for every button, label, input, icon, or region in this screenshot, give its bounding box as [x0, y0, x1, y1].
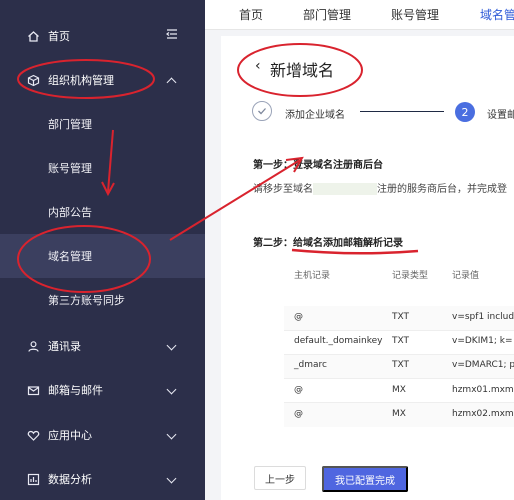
heart-icon: [26, 428, 40, 442]
step-complete-icon: [252, 101, 272, 121]
sidebar-subitem-label: 内部公告: [48, 206, 92, 219]
cube-icon: [26, 73, 40, 87]
cell-host: @: [294, 385, 303, 395]
back-button[interactable]: ‹: [255, 58, 261, 74]
tab-domain[interactable]: 域名管: [480, 6, 514, 23]
config-done-button[interactable]: 我已配置完成: [322, 466, 408, 492]
mail-icon: [26, 383, 40, 397]
tab-home[interactable]: 首页: [239, 6, 263, 23]
cell-value: v=spf1 includ: [452, 312, 514, 322]
home-icon: [26, 29, 40, 43]
sidebar-item-contacts[interactable]: 通讯录: [0, 324, 205, 368]
user-icon: [26, 339, 40, 353]
cell-host: @: [294, 312, 303, 322]
chart-icon: [26, 472, 40, 486]
step-2-label: 设置邮: [487, 110, 514, 121]
cell-value: hzmx02.mxm: [452, 409, 514, 419]
sidebar-subitem-domain[interactable]: 域名管理: [0, 234, 205, 278]
dns-record-table: 主机记录 记录类型 记录值 @ TXT v=spf1 includ defaul…: [284, 268, 514, 448]
table-header: 记录值: [452, 271, 480, 281]
sidebar-subitem-account[interactable]: 账号管理: [0, 146, 205, 190]
step-connector: [360, 111, 444, 112]
sidebar-item-label: 应用中心: [48, 429, 92, 442]
prev-step-button[interactable]: 上一步: [254, 466, 306, 490]
sidebar: 首页 组织机构管理 部门管理 账号管理 内部公告 域名管理 第三方账号同步 通讯…: [0, 0, 205, 500]
sidebar-subitem-label: 第三方账号同步: [48, 294, 125, 307]
cell-value: v=DMARC1; p: [452, 360, 514, 370]
sidebar-item-home[interactable]: 首页: [0, 14, 205, 58]
description-prefix: 请移步至域名: [253, 184, 313, 195]
table-header: 主机记录: [294, 271, 331, 281]
top-tab-bar: 首页 部门管理 账号管理 域名管: [205, 0, 514, 30]
step-1-label: 添加企业域名: [285, 110, 345, 121]
chevron-down-icon: [166, 429, 178, 441]
sidebar-item-org[interactable]: 组织机构管理: [0, 58, 205, 102]
sidebar-item-apps[interactable]: 应用中心: [0, 413, 205, 457]
section-1-title: 第一步：登录域名注册商后台: [253, 160, 383, 171]
sidebar-subitem-label: 域名管理: [48, 250, 92, 263]
sidebar-subitem-label: 部门管理: [48, 118, 92, 131]
sidebar-item-label: 首页: [48, 30, 70, 43]
section-2-title: 第二步：给域名添加邮箱解析记录: [253, 238, 403, 249]
sidebar-item-analytics[interactable]: 数据分析: [0, 457, 205, 500]
description-suffix: 注册的服务商后台，并完成登: [377, 184, 507, 195]
chevron-down-icon: [166, 384, 178, 396]
sidebar-item-label: 邮箱与邮件: [48, 384, 103, 397]
cell-type: TXT: [392, 312, 410, 322]
table-header: 记录类型: [392, 271, 429, 281]
sidebar-subitem-announcement[interactable]: 内部公告: [0, 190, 205, 234]
cell-type: MX: [392, 385, 406, 395]
collapse-menu-icon[interactable]: [166, 28, 178, 43]
cell-value: hzmx01.mxm: [452, 385, 514, 395]
sidebar-item-label: 组织机构管理: [48, 74, 114, 87]
page-title: 新增域名: [270, 61, 335, 80]
sidebar-subitem-third-party-sync[interactable]: 第三方账号同步: [0, 278, 205, 322]
cell-host: @: [294, 409, 303, 419]
step-2-number: 2: [455, 102, 475, 122]
section-1-description: 请移步至域名 注册的服务商后台，并完成登: [253, 180, 507, 195]
cell-type: MX: [392, 409, 406, 419]
sidebar-subitem-label: 账号管理: [48, 162, 92, 175]
sidebar-item-label: 数据分析: [48, 473, 92, 486]
chevron-down-icon: [166, 473, 178, 485]
sidebar-item-mail[interactable]: 邮箱与邮件: [0, 368, 205, 412]
tab-account[interactable]: 账号管理: [391, 6, 439, 23]
chevron-down-icon: [166, 340, 178, 352]
chevron-up-icon: [166, 74, 178, 86]
cell-host: _dmarc: [294, 360, 327, 370]
cell-type: TXT: [392, 360, 410, 370]
redacted-domain: [313, 183, 377, 195]
cell-host: default._domainkey: [294, 336, 383, 346]
cell-value: v=DKIM1; k=: [452, 336, 513, 346]
cell-type: TXT: [392, 336, 410, 346]
sidebar-subitem-department[interactable]: 部门管理: [0, 102, 205, 146]
tab-department[interactable]: 部门管理: [303, 6, 351, 23]
sidebar-item-label: 通讯录: [48, 340, 81, 353]
